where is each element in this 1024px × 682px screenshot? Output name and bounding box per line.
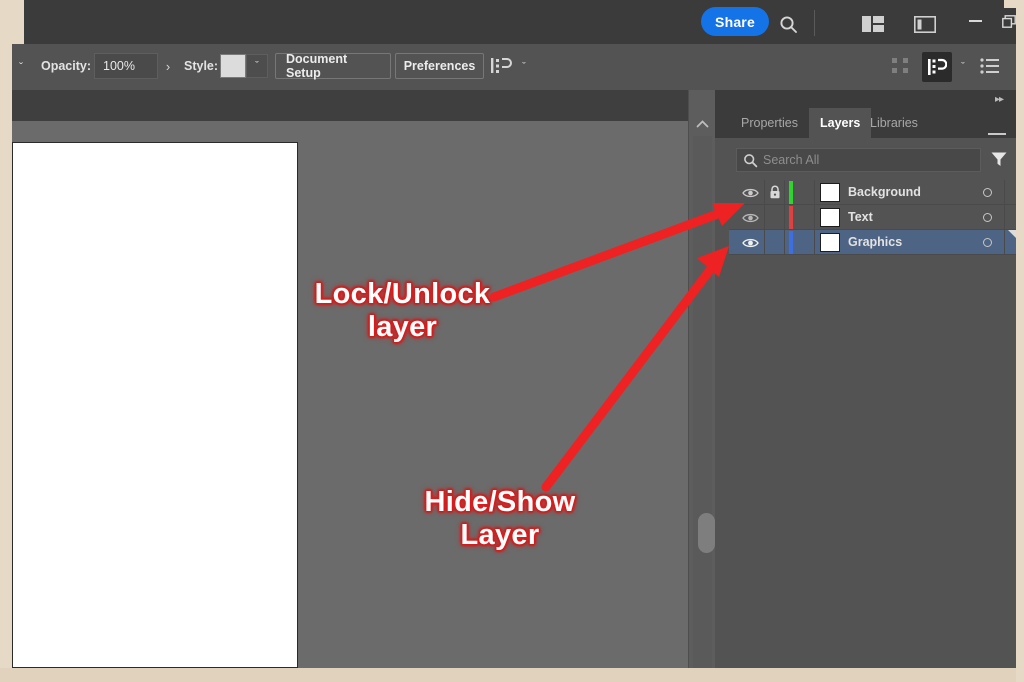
annotation-hide-label: Hide/Show Layer: [405, 486, 595, 552]
distribute-icon[interactable]: [890, 56, 914, 78]
window-controls: ✕: [959, 6, 1016, 38]
cell-divider: [1004, 230, 1005, 254]
selected-row-corner-marker: [1008, 230, 1016, 238]
layer-thumbnail[interactable]: [820, 233, 840, 252]
target-circle-icon[interactable]: [983, 238, 992, 247]
dock-header: ▸▸: [715, 90, 1016, 108]
filter-icon[interactable]: [990, 150, 1010, 170]
style-label: Style:: [184, 59, 219, 73]
arrange-dropdown-caret-icon[interactable]: ˇ: [954, 57, 972, 77]
tool-options-caret-icon[interactable]: ˇ: [12, 58, 30, 76]
annotation-hide-line1: Hide/Show: [424, 486, 576, 518]
annotation-hide-line2: Layer: [460, 519, 540, 551]
opacity-input[interactable]: 100%: [94, 53, 158, 79]
workspace-switcher-icon[interactable]: [860, 14, 886, 34]
opacity-label: Opacity:: [41, 59, 92, 73]
align-dropdown-caret-icon[interactable]: ˇ: [515, 57, 533, 77]
layers-list: Background Text Graphics: [729, 180, 1016, 255]
table-row[interactable]: Background: [729, 180, 1016, 205]
layer-color-bar: [789, 181, 793, 204]
document-tab-bar: [12, 90, 715, 121]
table-row[interactable]: Text: [729, 205, 1016, 230]
image-frame-top-right: [1004, 0, 1024, 8]
document-setup-button[interactable]: Document Setup: [275, 52, 391, 80]
cell-divider: [814, 180, 815, 204]
document-artboard[interactable]: [12, 142, 298, 668]
layer-color-bar: [789, 206, 793, 229]
cell-divider: [814, 230, 815, 254]
minimize-button[interactable]: [959, 6, 991, 36]
image-frame-left: [0, 0, 12, 682]
table-row[interactable]: Graphics: [729, 230, 1016, 255]
image-frame-bottom: [0, 668, 1024, 682]
cell-divider: [764, 230, 765, 254]
arrange-icon[interactable]: [922, 52, 952, 82]
scrollbar-track[interactable]: [693, 136, 715, 668]
scrollbar-thumb[interactable]: [698, 513, 715, 553]
tab-properties[interactable]: Properties: [730, 108, 809, 138]
collapse-panels-icon[interactable]: ▸▸: [990, 93, 1008, 105]
list-view-icon[interactable]: [980, 57, 1002, 77]
layer-thumbnail[interactable]: [820, 183, 840, 202]
search-input[interactable]: Search All: [736, 148, 981, 172]
cell-divider: [764, 205, 765, 229]
target-circle-icon[interactable]: [983, 188, 992, 197]
target-circle-icon[interactable]: [983, 213, 992, 222]
toolbar-divider: [814, 10, 815, 36]
lock-closed-icon[interactable]: [767, 184, 783, 201]
title-bar: Share: [12, 0, 1016, 44]
options-bar: ˇ Opacity: 100% › Style: ˇ Document Setu…: [12, 44, 1016, 91]
layer-name[interactable]: Text: [848, 210, 873, 224]
right-dock: ▸▸ Properties Layers Libraries Search Al…: [715, 90, 1016, 668]
image-frame-top-left: [0, 0, 24, 44]
cell-divider: [1004, 205, 1005, 229]
search-icon[interactable]: [775, 12, 801, 36]
search-placeholder: Search All: [763, 153, 820, 167]
preferences-button[interactable]: Preferences: [395, 53, 484, 79]
restore-button[interactable]: [993, 6, 1016, 36]
cell-divider: [814, 205, 815, 229]
layer-color-bar: [789, 231, 793, 254]
eye-icon[interactable]: [740, 234, 760, 251]
layer-name[interactable]: Background: [848, 185, 921, 199]
chevron-up-icon[interactable]: [692, 114, 713, 134]
screenshot-root: Share ˇ Opacity: 100% › Style: ˇ Documen…: [0, 0, 1024, 682]
annotation-lock-line1: Lock/Unlock: [314, 278, 491, 310]
layer-name[interactable]: Graphics: [848, 235, 902, 249]
application-window: Share ˇ Opacity: 100% › Style: ˇ Documen…: [12, 0, 1016, 668]
layer-thumbnail[interactable]: [820, 208, 840, 227]
eye-icon[interactable]: [740, 184, 760, 201]
align-objects-icon[interactable]: [490, 56, 514, 78]
panel-toggle-icon[interactable]: [912, 14, 938, 34]
panel-tab-strip: Properties Layers Libraries: [715, 108, 1016, 145]
style-swatch[interactable]: [220, 54, 246, 78]
cell-divider: [784, 230, 785, 254]
style-dropdown-caret-icon[interactable]: ˇ: [246, 54, 268, 78]
tab-libraries[interactable]: Libraries: [859, 108, 929, 138]
cell-divider: [1004, 180, 1005, 204]
canvas-vertical-scrollbar[interactable]: [688, 90, 716, 668]
opacity-stepper-icon[interactable]: ›: [158, 53, 178, 79]
annotation-lock-label: Lock/Unlock layer: [300, 278, 505, 344]
cell-divider: [764, 180, 765, 204]
search-icon: [737, 149, 763, 171]
cell-divider: [784, 205, 785, 229]
cell-divider: [784, 180, 785, 204]
share-button[interactable]: Share: [701, 7, 769, 36]
layers-panel: Search All Background Text Graphics: [715, 138, 1016, 668]
layers-search-row: Search All: [715, 138, 1016, 180]
annotation-lock-line2: layer: [367, 311, 438, 343]
image-frame-right: [1016, 0, 1024, 682]
eye-icon[interactable]: [740, 209, 760, 226]
